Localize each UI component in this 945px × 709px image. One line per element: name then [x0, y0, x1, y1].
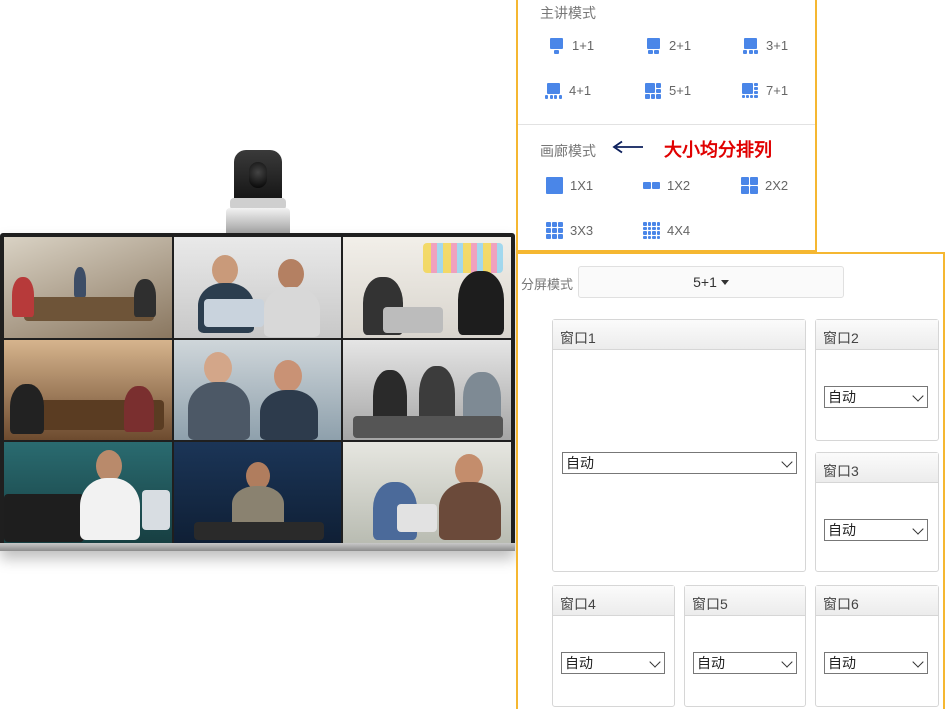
- mode-label: 2X2: [765, 178, 789, 193]
- video-tile: [4, 237, 172, 338]
- select-value: 自动: [828, 655, 856, 671]
- grid-1x1-icon: [546, 177, 563, 194]
- chevron-down-icon: [912, 656, 924, 668]
- window-5: 窗口5 自动: [684, 585, 806, 707]
- mode-1x2[interactable]: 1X2: [643, 177, 690, 194]
- window-4-source-select[interactable]: 自动: [561, 652, 665, 674]
- window-1-source-select[interactable]: 自动: [562, 452, 797, 474]
- video-tile: [343, 442, 511, 543]
- mode-4plus1[interactable]: 4+1: [545, 82, 591, 99]
- grid-4x4-icon: [643, 222, 660, 239]
- layout-2plus1-icon: [645, 37, 662, 54]
- window-3-source-select[interactable]: 自动: [824, 519, 928, 541]
- split-mode-value: 5+1: [693, 274, 717, 290]
- chevron-down-icon: [912, 390, 924, 402]
- split-mode-label: 分屏模式: [521, 277, 574, 292]
- mode-label: 1+1: [572, 38, 595, 53]
- window-1: 窗口1 自动: [552, 319, 806, 572]
- mode-1plus1[interactable]: 1+1: [548, 37, 594, 54]
- mode-label: 3+1: [766, 38, 789, 53]
- video-tile: [173, 442, 342, 543]
- mode-2x2[interactable]: 2X2: [741, 177, 788, 194]
- grid-3x3-icon: [546, 222, 563, 239]
- layout-7plus1-icon: [742, 82, 759, 99]
- section-divider: [518, 124, 815, 125]
- mode-3x3[interactable]: 3X3: [546, 222, 593, 239]
- mode-label: 1X2: [667, 178, 691, 193]
- grid-2x2-icon: [741, 177, 758, 194]
- presenter-mode-title: 主讲模式: [540, 5, 596, 21]
- mode-5plus1[interactable]: 5+1: [645, 82, 691, 99]
- layout-1plus1-icon: [548, 37, 565, 54]
- gallery-annotation: 大小均分排列: [664, 140, 772, 160]
- mode-2plus1[interactable]: 2+1: [645, 37, 691, 54]
- chevron-down-icon: [649, 656, 661, 668]
- video-grid-3x3: [4, 237, 511, 543]
- left-arrow-icon: [612, 140, 643, 154]
- layout-3plus1-icon: [742, 37, 759, 54]
- select-value: 自动: [828, 389, 856, 405]
- camera-base: [226, 208, 290, 236]
- select-value: 自动: [828, 522, 856, 538]
- mode-3plus1[interactable]: 3+1: [742, 37, 788, 54]
- window-title: 窗口3: [816, 453, 938, 483]
- select-value: 自动: [697, 655, 725, 671]
- video-tile: [4, 339, 172, 441]
- window-4: 窗口4 自动: [552, 585, 675, 707]
- mode-label: 1X1: [570, 178, 594, 193]
- gallery-mode-title: 画廊模式: [540, 143, 596, 159]
- video-tile: [173, 339, 342, 441]
- chevron-down-icon: [912, 523, 924, 535]
- mode-4x4[interactable]: 4X4: [643, 222, 690, 239]
- monitor-bezel: [0, 543, 515, 551]
- mode-label: 4+1: [569, 83, 592, 98]
- window-title: 窗口2: [816, 320, 938, 350]
- chevron-down-icon: [781, 656, 793, 668]
- camera-lens: [249, 162, 267, 188]
- mode-label: 4X4: [667, 223, 691, 238]
- select-value: 自动: [566, 455, 594, 471]
- mode-label: 5+1: [669, 83, 692, 98]
- window-2-source-select[interactable]: 自动: [824, 386, 928, 408]
- layout-mode-panel: 主讲模式 1+1 2+1 3+1 4+1 5+1 7+1 画廊模式 1X1 1X…: [516, 0, 817, 252]
- mode-7plus1[interactable]: 7+1: [742, 82, 788, 99]
- mode-label: 3X3: [570, 223, 594, 238]
- mode-label: 7+1: [766, 83, 789, 98]
- conference-camera: [226, 150, 290, 236]
- window-title: 窗口6: [816, 586, 938, 616]
- window-title: 窗口5: [685, 586, 805, 616]
- window-2: 窗口2 自动: [815, 319, 939, 441]
- window-title: 窗口4: [553, 586, 674, 616]
- grid-1x2-icon: [643, 177, 660, 194]
- video-tile: [173, 237, 342, 338]
- window-5-source-select[interactable]: 自动: [693, 652, 797, 674]
- display-monitor: [0, 233, 515, 551]
- chevron-down-icon: [781, 456, 793, 468]
- mode-1x1[interactable]: 1X1: [546, 177, 593, 194]
- split-mode-dropdown[interactable]: 5+1: [578, 266, 844, 298]
- video-tile: [343, 237, 511, 338]
- window-6: 窗口6 自动: [815, 585, 939, 707]
- layout-5plus1-icon: [645, 82, 662, 99]
- window-3: 窗口3 自动: [815, 452, 939, 572]
- window-title: 窗口1: [553, 320, 805, 350]
- caret-down-icon: [720, 279, 729, 285]
- select-value: 自动: [565, 655, 593, 671]
- video-tile: [343, 339, 511, 441]
- window-6-source-select[interactable]: 自动: [824, 652, 928, 674]
- mode-label: 2+1: [669, 38, 692, 53]
- layout-4plus1-icon: [545, 82, 562, 99]
- split-screen-panel: 分屏模式 5+1 窗口1 自动 窗口2 自动 窗口3 自动 窗口4 自动 窗口5…: [516, 252, 945, 709]
- video-tile: [4, 442, 172, 543]
